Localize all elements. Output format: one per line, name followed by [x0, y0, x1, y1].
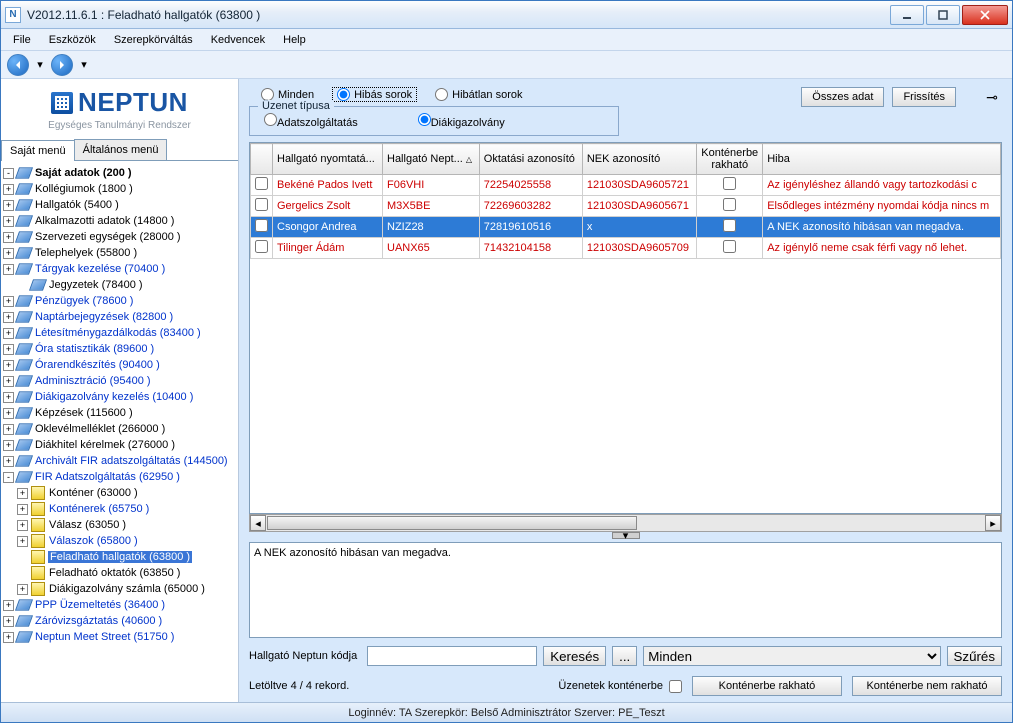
tree-item[interactable]: +Adminisztráció (95400 ) — [3, 373, 236, 389]
sidebar-tabs: Saját menü Általános menü — [1, 139, 238, 161]
tree-item[interactable]: -Saját adatok (200 ) — [3, 165, 236, 181]
tree-item[interactable]: +Szervezeti egységek (28000 ) — [3, 229, 236, 245]
tree-item[interactable]: +Pénzügyek (78600 ) — [3, 293, 236, 309]
tab-own-menu[interactable]: Saját menü — [1, 140, 75, 161]
maximize-button[interactable] — [926, 5, 960, 25]
record-count: Letöltve 4 / 4 rekord. — [249, 680, 349, 692]
app-icon: N — [5, 7, 21, 23]
logo-title: NEPTUN — [78, 87, 188, 118]
tree-item[interactable]: +Válaszok (65800 ) — [3, 533, 236, 549]
search-button[interactable]: Keresés — [543, 646, 606, 666]
logo-icon — [51, 92, 73, 114]
nav-back-menu[interactable]: ▾ — [35, 54, 45, 76]
search-more-button[interactable]: ... — [612, 646, 637, 666]
filter-select[interactable]: Minden — [643, 646, 940, 666]
filter-button[interactable]: Szűrés — [947, 646, 1002, 666]
tree-item[interactable]: Feladható oktatók (63850 ) — [3, 565, 236, 581]
search-row: Hallgató Neptun kódja Keresés ... Minden… — [239, 642, 1012, 670]
menu-rolechange[interactable]: Szerepkörváltás — [106, 31, 201, 49]
pin-button[interactable]: ⊸ — [984, 89, 1000, 105]
tree-item[interactable]: +Neptun Meet Street (51750 ) — [3, 629, 236, 645]
content: NEPTUN Egységes Tanulmányi Rendszer Sajá… — [1, 79, 1012, 702]
tree-item[interactable]: +PPP Üzemeltetés (36400 ) — [3, 597, 236, 613]
tree-item[interactable]: +Tárgyak kezelése (70400 ) — [3, 261, 236, 277]
tree-item[interactable]: +Alkalmazotti adatok (14800 ) — [3, 213, 236, 229]
menu-favorites[interactable]: Kedvencek — [203, 31, 273, 49]
scroll-left-button[interactable]: ◂ — [250, 515, 266, 531]
radio-data-service[interactable]: Adatszolgáltatás — [264, 113, 358, 129]
tree-item[interactable]: +Naptárbejegyzések (82800 ) — [3, 309, 236, 325]
close-button[interactable] — [962, 5, 1008, 25]
tree-item[interactable]: +Záróvizsgáztatás (40600 ) — [3, 613, 236, 629]
fieldset-legend: Üzenet típusa — [258, 100, 334, 112]
nav-back-button[interactable] — [7, 54, 29, 76]
window-title: V2012.11.6.1 : Feladható hallgatók (6380… — [27, 8, 890, 22]
refresh-button[interactable]: Frissítés — [892, 87, 956, 107]
tree-item[interactable]: Jegyzetek (78400 ) — [3, 277, 236, 293]
table-row[interactable]: Gergelics ZsoltM3X5BE72269603282121030SD… — [251, 196, 1001, 217]
statusbar: Loginnév: TA Szerepkör: Belső Adminisztr… — [1, 702, 1012, 722]
menu-tools[interactable]: Eszközök — [41, 31, 104, 49]
scroll-thumb[interactable] — [267, 516, 637, 530]
left-pane: NEPTUN Egységes Tanulmányi Rendszer Sajá… — [1, 79, 239, 702]
data-grid[interactable]: Hallgató nyomtatá...Hallgató Nept... △Ok… — [249, 142, 1002, 514]
logo: NEPTUN Egységes Tanulmányi Rendszer — [1, 79, 238, 139]
splitter[interactable]: ▾ — [249, 532, 1002, 542]
tree-item[interactable]: +Archivált FIR adatszolgáltatás (144500) — [3, 453, 236, 469]
right-pane: Minden Hibás sorok Hibátlan sorok Üzenet… — [239, 79, 1012, 702]
tree-item[interactable]: +Képzések (115600 ) — [3, 405, 236, 421]
tree-item[interactable]: +Telephelyek (55800 ) — [3, 245, 236, 261]
tree-item[interactable]: +Konténerek (65750 ) — [3, 501, 236, 517]
grid-hscroll[interactable]: ◂ ▸ — [249, 514, 1002, 532]
main-window: N V2012.11.6.1 : Feladható hallgatók (63… — [0, 0, 1013, 723]
tree-item[interactable]: +Hallgatók (5400 ) — [3, 197, 236, 213]
tab-general-menu[interactable]: Általános menü — [74, 139, 168, 160]
menu-file[interactable]: File — [5, 31, 39, 49]
tree-item[interactable]: +Diákigazolvány kezelés (10400 ) — [3, 389, 236, 405]
logo-subtitle: Egységes Tanulmányi Rendszer — [48, 120, 191, 131]
detail-text: A NEK azonosító hibásan van megadva. — [249, 542, 1002, 638]
nav-forward-button[interactable] — [51, 54, 73, 76]
tree-item[interactable]: +Oklevélmelléklet (266000 ) — [3, 421, 236, 437]
search-input[interactable] — [367, 646, 537, 666]
window-buttons — [890, 5, 1008, 25]
tree-item[interactable]: +Válasz (63050 ) — [3, 517, 236, 533]
nav-tree[interactable]: -Saját adatok (200 )+Kollégiumok (1800 )… — [1, 161, 238, 702]
radio-ok-rows[interactable]: Hibátlan sorok — [435, 88, 522, 101]
tree-item[interactable]: Feladható hallgatók (63800 ) — [3, 549, 236, 565]
tree-item[interactable]: +Konténer (63000 ) — [3, 485, 236, 501]
toolstrip: ▾ ▾ — [1, 51, 1012, 79]
tree-item[interactable]: +Kollégiumok (1800 ) — [3, 181, 236, 197]
tree-item[interactable]: +Óra statisztikák (89600 ) — [3, 341, 236, 357]
table-row[interactable]: Tilinger ÁdámUANX6571432104158121030SDA9… — [251, 238, 1001, 259]
menubar: File Eszközök Szerepkörváltás Kedvencek … — [1, 29, 1012, 51]
radio-student-card[interactable]: Diákigazolvány — [418, 113, 505, 129]
menu-help[interactable]: Help — [275, 31, 314, 49]
tree-item[interactable]: -FIR Adatszolgáltatás (62950 ) — [3, 469, 236, 485]
messages-to-container[interactable]: Üzenetek konténerbe — [558, 680, 682, 693]
tree-item[interactable]: +Órarendkészítés (90400 ) — [3, 357, 236, 373]
filter-panel: Minden Hibás sorok Hibátlan sorok Üzenet… — [239, 79, 1012, 140]
not-to-container-button[interactable]: Konténerbe nem rakható — [852, 676, 1002, 696]
table-row[interactable]: Csongor AndreaNZIZ2872819610516xA NEK az… — [251, 217, 1001, 238]
all-data-button[interactable]: Összes adat — [801, 87, 884, 107]
radio-error-rows[interactable]: Hibás sorok — [332, 87, 417, 102]
status-text: Loginnév: TA Szerepkör: Belső Adminisztr… — [348, 707, 664, 719]
bottom-row: Letöltve 4 / 4 rekord. Üzenetek konténer… — [239, 670, 1012, 702]
minimize-button[interactable] — [890, 5, 924, 25]
table-row[interactable]: Bekéné Pados IvettF06VHI7225402555812103… — [251, 175, 1001, 196]
fieldset-message-type: Üzenet típusa Adatszolgáltatás Diákigazo… — [249, 106, 619, 136]
tree-item[interactable]: +Létesítménygazdálkodás (83400 ) — [3, 325, 236, 341]
nav-forward-menu[interactable]: ▾ — [79, 54, 89, 76]
tree-item[interactable]: +Diákigazolvány számla (65000 ) — [3, 581, 236, 597]
search-label: Hallgató Neptun kódja — [249, 650, 357, 662]
scroll-right-button[interactable]: ▸ — [985, 515, 1001, 531]
titlebar: N V2012.11.6.1 : Feladható hallgatók (63… — [1, 1, 1012, 29]
tree-item[interactable]: +Diákhitel kérelmek (276000 ) — [3, 437, 236, 453]
to-container-button[interactable]: Konténerbe rakható — [692, 676, 842, 696]
